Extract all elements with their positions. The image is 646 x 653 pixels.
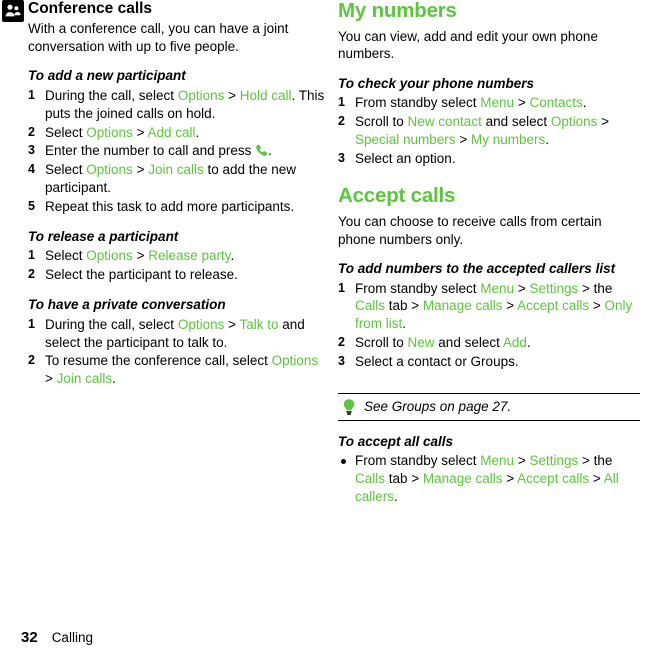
section-title-conference-calls: Conference calls [28, 0, 153, 17]
list-item: From standby select Menu > Settings > th… [338, 280, 633, 332]
list-item: From standby select Menu > Settings > th… [338, 452, 640, 506]
list-item: From standby select Menu > Contacts. [338, 94, 587, 111]
steps-check-phone-numbers: From standby select Menu > Contacts. Scr… [338, 94, 640, 168]
call-handset-icon [255, 144, 268, 157]
list-item: Scroll to New and select Add. [338, 334, 531, 351]
subhead-check-phone-numbers: To check your phone numbers [338, 76, 535, 92]
steps-private-conversation: During the call, select Options > Talk t… [28, 316, 328, 389]
tip-note: See Groups on page 27. [338, 393, 640, 421]
accept-calls-intro: You can choose to receive calls from cer… [338, 213, 602, 247]
subhead-add-accepted-callers: To add numbers to the accepted callers l… [338, 261, 616, 277]
list-item: During the call, select Options > Hold c… [28, 87, 325, 121]
manual-page: Conference calls With a conference call,… [0, 0, 646, 653]
tip-text: See Groups on page 27. [364, 399, 512, 415]
steps-add-new-participant: During the call, select Options > Hold c… [28, 87, 328, 217]
footer-page-number: 32 [21, 629, 38, 646]
list-item: Select Options > Release party. [28, 247, 235, 264]
lightbulb-icon [341, 398, 357, 416]
list-item: Select the participant to release. [28, 266, 238, 283]
bullets-accept-all-calls: From standby select Menu > Settings > th… [338, 452, 640, 506]
list-item: Select a contact or Groups. [338, 353, 519, 370]
list-item: To resume the conference call, select Op… [28, 352, 319, 387]
left-column: Conference calls With a conference call,… [28, 0, 328, 389]
list-item: Select Options > Join calls to add the n… [28, 161, 297, 196]
list-item: During the call, select Options > Talk t… [28, 316, 305, 350]
right-column: My numbers You can view, add and edit yo… [338, 0, 640, 506]
conference-call-icon [2, 0, 24, 22]
footer-chapter: Calling [51, 630, 93, 645]
page-footer: 32 Calling [21, 629, 93, 646]
list-item: Select Options > Add call. [28, 124, 200, 141]
list-item: Repeat this task to add more participant… [28, 198, 295, 215]
steps-add-accepted-callers: From standby select Menu > Settings > th… [338, 280, 640, 372]
subhead-release-participant: To release a participant [28, 229, 179, 245]
page-title-my-numbers: My numbers [338, 0, 457, 22]
conference-calls-intro: With a conference call, you can have a j… [28, 20, 289, 54]
subhead-add-new-participant: To add a new participant [28, 68, 186, 84]
page-title-accept-calls: Accept calls [338, 184, 456, 208]
list-item: Select an option. [338, 150, 456, 167]
list-item: Enter the number to call and press . [28, 142, 272, 159]
my-numbers-intro: You can view, add and edit your own phon… [338, 28, 598, 62]
list-item: Scroll to New contact and select Options… [338, 113, 610, 148]
subhead-accept-all-calls: To accept all calls [338, 433, 454, 449]
steps-release-participant: Select Options > Release party. Select t… [28, 247, 328, 284]
subhead-private-conversation: To have a private conversation [28, 297, 226, 313]
